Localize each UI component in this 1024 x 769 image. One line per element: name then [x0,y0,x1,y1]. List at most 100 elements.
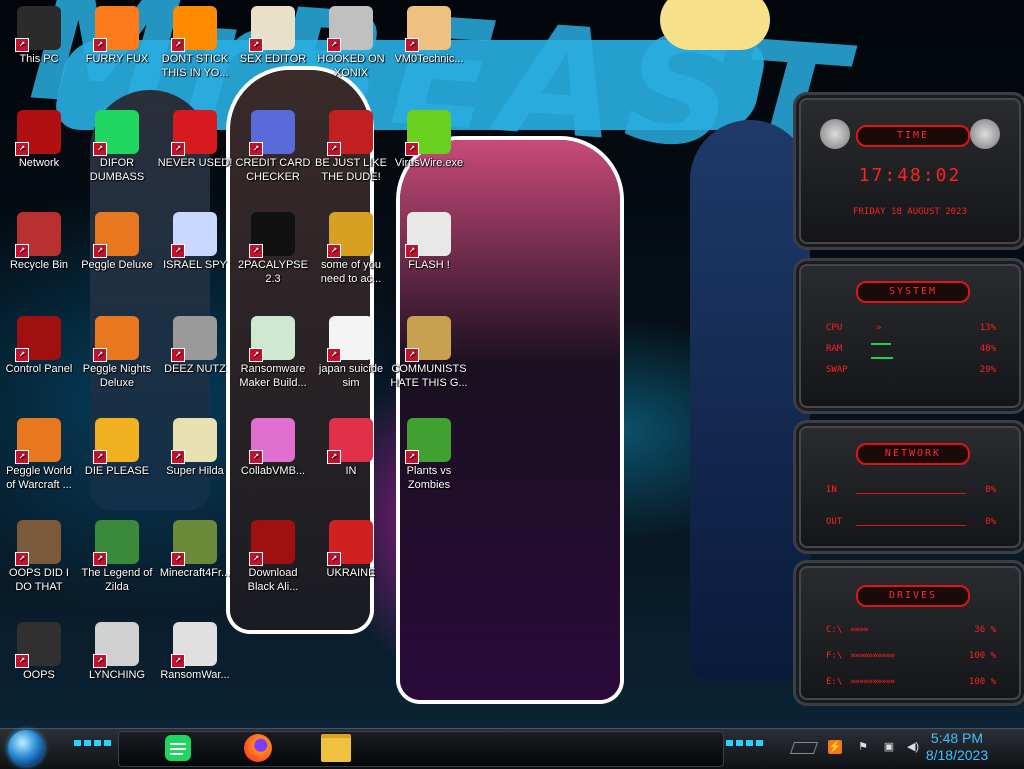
desktop-icon[interactable]: ↗ Network [0,110,78,170]
start-button[interactable] [8,730,44,766]
desktop-icon[interactable]: ↗ Peggle Deluxe [78,212,156,272]
clock-date: 8/18/2023 [925,747,989,763]
desktop-icon[interactable]: ↗ Peggle World of Warcraft ... [0,418,78,492]
wallpaper-cartoon-top [660,0,770,50]
desktop-icon-label: Peggle Deluxe [81,259,153,271]
network-icon: ↗ [15,110,61,156]
desktop-icon[interactable]: ↗ OOPS DID I DO THAT [0,520,78,594]
desktop-icon[interactable]: ↗ DIFOR DUMBASS [78,110,156,184]
desktop-icon[interactable]: ↗ DEEZ NUTZ [156,316,234,376]
dude-icon: ↗ [327,110,373,156]
desktop-icon[interactable]: ↗ japan suicide sim [312,316,390,390]
drive-usage-bar: »»»» [850,625,869,635]
desktop-icon[interactable]: ↗ OOPS [0,622,78,682]
firefox-icon [244,734,272,762]
vlc-icon: ↗ [171,6,217,52]
desktop-icon-label: Network [18,157,60,169]
desktop-icon-label: FLASH ! [408,259,450,271]
ransomware-maker-icon: ↗ [249,316,295,362]
drive-row: E:\ »»»»»»»»»» 100 % [826,677,996,687]
desktop-icon[interactable]: ↗ BE JUST LIKE THE DUDE! [312,110,390,184]
taskbar-clock[interactable]: 5:48 PM 8/18/2023 [912,730,1002,764]
desktop-icon[interactable]: ↗ LYNCHING [78,622,156,682]
desktop-icon[interactable]: ↗ some of you need to ac... [312,212,390,286]
radiation-icon: ↗ [327,520,373,566]
skull-icon: ↗ [171,622,217,668]
desktop-icon-label: The Legend of Zilda [81,567,153,593]
taskbar-tray-decoration [789,742,819,754]
desktop-icon[interactable]: ↗ Ransomware Maker Build... [234,316,312,390]
swap-row: SWAP 29% [826,365,996,375]
desktop-icon[interactable]: ↗ IN [312,418,390,478]
desktop-icon-label: OOPS [23,669,55,681]
dev-icon: ↗ [171,110,217,156]
desktop-icon[interactable]: ↗ VM0Technic... [390,6,468,66]
row-label: C:\ [826,625,843,635]
desktop-icon[interactable]: ↗ COMMUNISTS HATE THIS G... [390,316,468,390]
taskbar-firefox[interactable] [242,732,274,764]
desktop-icon[interactable]: ↗ NEVER USED! [156,110,234,170]
shortcut-arrow-icon: ↗ [15,244,29,258]
desktop-icon-label: DONT STICK THIS IN YO... [161,53,229,79]
shortcut-arrow-icon: ↗ [171,654,185,668]
flag-icon[interactable]: ⚑ [856,740,870,754]
desktop-icon[interactable]: ↗ Control Panel [0,316,78,376]
desktop-icon[interactable]: ↗ 2PACALYPSE 2.3 [234,212,312,286]
desktop-icon[interactable]: ↗ RansomWar... [156,622,234,682]
desktop-icon-label: HOOKED ON XONIX [317,53,385,79]
beaver-icon: ↗ [327,212,373,258]
taskbar-app-area [118,731,724,767]
row-value: 100 % [968,651,996,661]
taskbar-file-explorer[interactable] [320,732,352,764]
desktop-icon[interactable]: ↗ FURRY FUX [78,6,156,66]
firefox-icon: ↗ [93,6,139,52]
desktop-icon[interactable]: ↗ CollabVMB... [234,418,312,478]
desktop-icon[interactable]: ↗ DONT STICK THIS IN YO... [156,6,234,80]
desktop-icon[interactable]: ↗ VirusWire.exe [390,110,468,170]
desktop-icon[interactable]: ↗ ISRAEL SPY [156,212,234,272]
desktop-icon[interactable]: ↗ Plants vs Zombies [390,418,468,492]
shortcut-arrow-icon: ↗ [15,654,29,668]
desktop-icon[interactable]: ↗ Download Black Ali... [234,520,312,594]
desktop-icon[interactable]: ↗ UKRAINE [312,520,390,580]
shortcut-arrow-icon: ↗ [93,450,107,464]
alienware-icon: ↗ [249,520,295,566]
shortcut-arrow-icon: ↗ [15,38,29,52]
recycle-bin-icon: ↗ [15,212,61,258]
desktop-icon[interactable]: ↗ FLASH ! [390,212,468,272]
director-icon: ↗ [93,418,139,464]
row-label: CPU [826,323,843,333]
desktop-icon[interactable]: ↗ Recycle Bin [0,212,78,272]
desktop-icon[interactable]: ↗ Minecraft4Fr... [156,520,234,580]
gallows-icon: ↗ [93,622,139,668]
network-icon[interactable]: ▣ [882,740,896,754]
network-widget: NETWORK IN 0% OUT 0% [793,420,1024,554]
peggle-wow-icon: ↗ [15,418,61,464]
desktop-icon[interactable]: ↗ Peggle Nights Deluxe [78,316,156,390]
desktop-icon-label: UKRAINE [326,567,376,579]
shortcut-arrow-icon: ↗ [171,38,185,52]
desktop-icon[interactable]: ↗ DIE PLEASE [78,418,156,478]
desktop-icon[interactable]: ↗ Super Hilda [156,418,234,478]
shortcut-arrow-icon: ↗ [249,552,263,566]
row-label: F:\ [826,651,843,661]
desktop-icon[interactable]: ↗ SEX EDITOR [234,6,312,66]
row-label: E:\ [826,677,843,687]
security-icon[interactable]: ⚡ [828,740,842,754]
desktop-icon[interactable]: ↗ HOOKED ON XONIX [312,6,390,80]
zelda-icon: ↗ [93,520,139,566]
network-in-graph [856,493,966,494]
desktop-icon-label: Plants vs Zombies [406,465,452,491]
desktop-icon-label: NEVER USED! [157,157,233,169]
row-label: OUT [826,517,843,527]
desktop-icon[interactable]: ↗ The Legend of Zilda [78,520,156,594]
taskbar-spotify[interactable] [162,732,194,764]
widget-title: DRIVES [856,585,970,607]
desktop-icon-label: some of you need to ac... [320,259,382,285]
desktop-icon[interactable]: ↗ This PC [0,6,78,66]
desktop-icon-label: Peggle Nights Deluxe [82,363,152,389]
ram-bar [871,343,891,345]
computer-icon: ↗ [15,622,61,668]
desktop-icon-label: LYNCHING [88,669,146,681]
desktop-icon[interactable]: ↗ CREDIT CARD CHECKER [234,110,312,184]
